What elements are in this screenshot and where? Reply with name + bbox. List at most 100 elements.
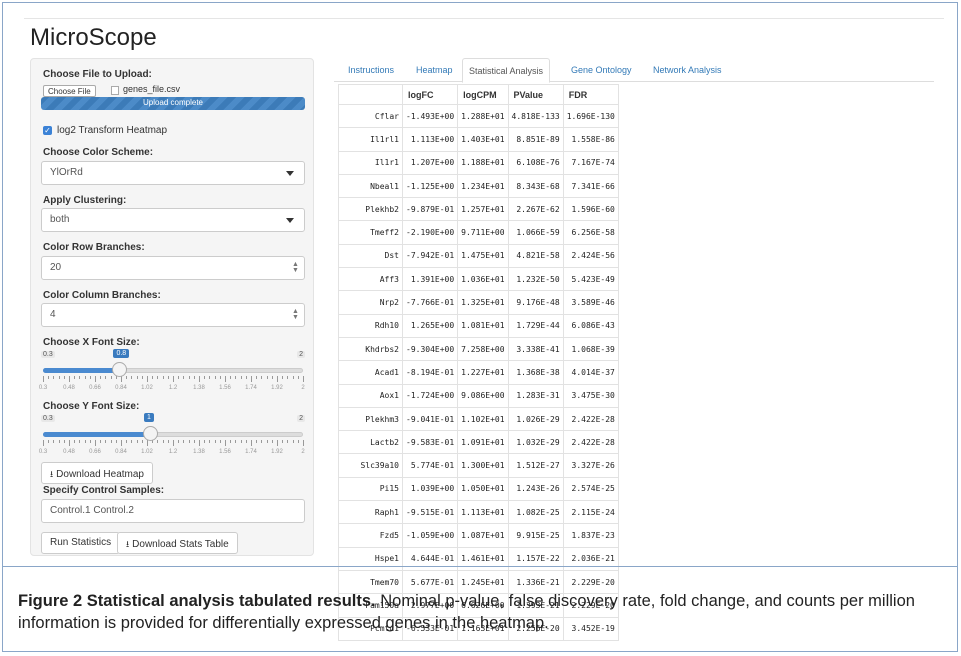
- y-font-slider[interactable]: 0.3 2 1 0.3 0.48 0.66 0.84 1.02 1.2 1.38 1.56 1.…: [38, 413, 305, 461]
- slider-tick: [58, 440, 60, 443]
- slider-min: 0.3: [41, 351, 55, 358]
- control-label: Specify Control Samples:: [43, 485, 165, 496]
- table-cell: 4.818E-133: [507, 103, 564, 129]
- table-row: Fzd5 -1.059E+00 1.087E+01 9.915E-25 1.837E-2…: [338, 523, 619, 548]
- table-cell: -9.515E-01: [401, 500, 459, 525]
- slider-tick: [136, 376, 138, 379]
- tab-network-analysis[interactable]: Network Analysis: [647, 58, 728, 82]
- slider-tick: [136, 440, 138, 443]
- slider-tick: [89, 376, 91, 379]
- table-cell: 2.115E-24: [562, 500, 619, 525]
- slider-tick: [183, 440, 185, 443]
- slider-tick: [219, 440, 221, 443]
- table-row: Slc39a10 5.774E-01 1.300E+01 1.512E-27 3.327…: [338, 453, 619, 478]
- slider-tick: [303, 376, 304, 382]
- slider-tick: [225, 376, 226, 382]
- slider-grid-label: 0.3: [38, 385, 48, 391]
- slider-tick: [225, 440, 226, 446]
- column-header[interactable]: logCPM: [457, 84, 509, 105]
- table-cell: -1.724E+00: [401, 383, 459, 408]
- tab-instructions[interactable]: Instructions: [342, 58, 400, 82]
- slider-tick: [209, 440, 211, 443]
- y-font-label: Choose Y Font Size:: [43, 401, 140, 412]
- log2-label: log2 Transform Heatmap: [57, 125, 168, 136]
- choose-file-button[interactable]: Choose File: [43, 85, 96, 97]
- tab-bar: Instructions Heatmap Statistical Analysi…: [334, 58, 934, 83]
- slider-grid-label: 1.38: [193, 449, 205, 455]
- slider-ticks: [43, 440, 304, 446]
- clustering-select[interactable]: both: [41, 208, 305, 232]
- table-cell: -7.766E-01: [401, 290, 459, 315]
- slider-tick: [74, 440, 76, 443]
- run-statistics-button[interactable]: Run Statistics: [41, 532, 121, 554]
- column-header[interactable]: [338, 84, 403, 105]
- slider-tick: [188, 376, 190, 379]
- gene-name-cell: Il1r1: [338, 150, 403, 175]
- column-header[interactable]: logFC: [401, 84, 459, 105]
- table-cell: 8.343E-68: [507, 173, 564, 199]
- slider-tick: [178, 376, 180, 379]
- table-row: Raph1 -9.515E-01 1.113E+01 1.082E-25 2.115E-…: [338, 500, 619, 525]
- download-heatmap-button[interactable]: ⭳ Download Heatmap: [41, 462, 153, 484]
- table-cell: 1.475E+01: [457, 243, 509, 269]
- table-cell: 3.327E-26: [562, 453, 619, 478]
- slider-tick: [121, 440, 122, 446]
- color-scheme-select[interactable]: YlOrRd: [41, 161, 305, 185]
- gene-name-cell: Pi15: [338, 476, 403, 502]
- table-cell: 6.256E-58: [562, 220, 619, 245]
- tab-gene-ontology[interactable]: Gene Ontology: [565, 58, 638, 82]
- tab-statistical-analysis[interactable]: Statistical Analysis: [462, 58, 551, 83]
- slider-tick: [219, 376, 221, 379]
- row-branches-label: Color Row Branches:: [43, 242, 145, 253]
- gene-name-cell: Rdh10: [338, 313, 403, 338]
- table-cell: 9.086E+00: [457, 383, 509, 408]
- gene-name-cell: Dst: [338, 243, 403, 269]
- slider-tick: [58, 376, 60, 379]
- table-cell: 7.258E+00: [457, 336, 509, 362]
- slider-fill: [43, 368, 120, 373]
- slider-tick: [48, 440, 50, 443]
- gene-name-cell: Cflar: [338, 103, 403, 129]
- control-samples-input[interactable]: Control.1 Control.2: [41, 499, 305, 523]
- table-cell: 1.558E-86: [562, 127, 619, 152]
- column-header[interactable]: FDR: [562, 84, 619, 105]
- sidebar-panel: Choose File to Upload: Choose File genes…: [30, 58, 314, 556]
- slider-tick: [271, 376, 273, 379]
- log2-checkbox[interactable]: ✓: [43, 126, 52, 135]
- slider-tick: [193, 376, 195, 379]
- slider-tick: [173, 440, 174, 446]
- slider-grid-label: 0.3: [38, 449, 48, 455]
- slider-tick: [235, 440, 237, 443]
- slider-grid-label: 1.02: [141, 385, 153, 391]
- slider-tick: [53, 440, 55, 443]
- spinner-icon[interactable]: ▲ ▼: [292, 261, 299, 274]
- tab-heatmap[interactable]: Heatmap: [410, 58, 459, 82]
- col-branches-input[interactable]: 4 ▲ ▼: [41, 303, 305, 327]
- slider-grid-label: 1.56: [219, 449, 231, 455]
- table-cell: 5.774E-01: [401, 453, 459, 478]
- gene-name-cell: Il1rl1: [338, 127, 403, 152]
- slider-handle[interactable]: [143, 426, 159, 441]
- slider-tick: [105, 440, 107, 443]
- slider-tick: [100, 376, 102, 379]
- table-cell: 9.711E+00: [457, 220, 509, 245]
- table-cell: 1.325E+01: [457, 290, 509, 315]
- x-font-slider[interactable]: 0.3 2 0.8 0.3 0.48 0.66 0.84 1.02 1.2 1.38 1.56…: [39, 349, 305, 397]
- table-row: Pi15 1.039E+00 1.050E+01 1.243E-26 2.574E-25: [338, 476, 619, 502]
- row-branches-input[interactable]: 20 ▲ ▼: [41, 256, 305, 280]
- table-cell: 2.574E-25: [562, 476, 619, 502]
- gene-name-cell: Nbeal1: [338, 173, 403, 199]
- table-row: Il1rl1 1.113E+00 1.403E+01 8.851E-89 1.558E-…: [338, 127, 619, 152]
- slider-grid-label: 0.48: [63, 385, 75, 391]
- download-heatmap-label: Download Heatmap: [56, 469, 144, 480]
- slider-tick: [214, 440, 216, 443]
- slider-grid-label: 1.92: [271, 385, 283, 391]
- slider-grid: 0.3 0.48 0.66 0.84 1.02 1.2 1.38 1.56 1.74 1.92 2: [39, 385, 305, 395]
- column-header[interactable]: PValue: [507, 84, 564, 105]
- spinner-icon[interactable]: ▲ ▼: [292, 308, 299, 321]
- table-cell: -9.583E-01: [401, 430, 459, 455]
- download-stats-button[interactable]: ⭳ Download Stats Table: [117, 532, 238, 554]
- file-icon: [111, 86, 119, 95]
- stats-table: logFC logCPM PValue FDR Cflar -1.493E+00 1.28…: [338, 84, 619, 641]
- slider-handle[interactable]: [112, 362, 128, 377]
